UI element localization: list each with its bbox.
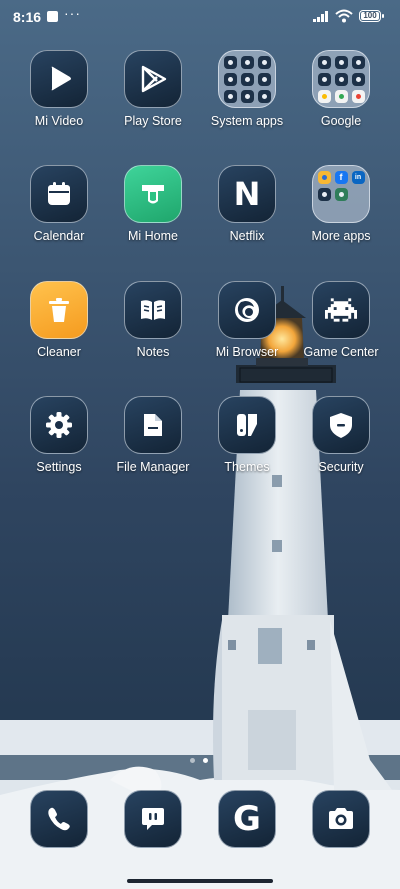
app-security[interactable]: Security — [294, 396, 388, 474]
app-themes[interactable]: Themes — [200, 396, 294, 474]
status-bar: 8:16 ··· 100 — [0, 0, 400, 36]
dock-messages[interactable] — [124, 790, 182, 848]
app-label: Google — [320, 114, 362, 128]
file-icon — [124, 396, 182, 454]
app-label: Game Center — [303, 345, 379, 359]
dock-phone[interactable] — [30, 790, 88, 848]
calendar-icon — [30, 165, 88, 223]
app-label: Calendar — [33, 229, 85, 243]
book-icon — [124, 281, 182, 339]
folder-icon — [218, 50, 276, 108]
folder-icon: f in — [312, 165, 370, 223]
page-indicator-dot-active — [203, 758, 208, 763]
dock-camera[interactable] — [312, 790, 370, 848]
app-label: File Manager — [116, 460, 190, 474]
app-netflix[interactable]: N Netflix — [200, 165, 294, 243]
app-label: Play Store — [124, 114, 182, 128]
space-invader-icon — [312, 281, 370, 339]
folder-system-apps[interactable]: System apps — [200, 50, 294, 128]
app-label: Mi Video — [34, 114, 84, 128]
folder-more-apps[interactable]: f in More apps — [294, 165, 388, 243]
app-label: Settings — [36, 460, 82, 474]
app-settings[interactable]: Settings — [12, 396, 106, 474]
more-notifications-indicator: ··· — [64, 5, 81, 21]
status-time: 8:16 — [13, 9, 42, 25]
globe-icon — [218, 281, 276, 339]
wifi-icon — [335, 9, 353, 23]
app-mi-browser[interactable]: Mi Browser — [200, 281, 294, 359]
app-mi-video[interactable]: Mi Video — [12, 50, 106, 128]
notification-square-icon — [47, 11, 58, 22]
folder-icon — [312, 50, 370, 108]
google-g-icon: G — [233, 799, 261, 839]
app-mi-home[interactable]: Mi Home — [106, 165, 200, 243]
battery-icon: 100 — [359, 10, 381, 22]
app-game-center[interactable]: Game Center — [294, 281, 388, 359]
gear-icon — [30, 396, 88, 454]
mi-home-icon — [124, 165, 182, 223]
app-label: More apps — [311, 229, 371, 243]
app-label: Netflix — [229, 229, 265, 243]
app-label: Notes — [136, 345, 170, 359]
app-label: Mi Browser — [215, 345, 279, 359]
app-play-store[interactable]: Play Store — [106, 50, 200, 128]
camera-icon — [329, 808, 353, 829]
app-calendar[interactable]: Calendar — [12, 165, 106, 243]
app-label: Themes — [224, 460, 270, 474]
phone-icon — [48, 807, 70, 831]
trash-icon — [30, 281, 88, 339]
app-label: Security — [318, 460, 364, 474]
netflix-glyph: N — [233, 175, 261, 213]
app-label: Mi Home — [127, 229, 178, 243]
play-icon — [30, 50, 88, 108]
message-icon — [142, 808, 164, 830]
dock-google[interactable]: G — [218, 790, 276, 848]
signal-icon — [313, 11, 328, 22]
home-gesture-bar[interactable] — [127, 879, 273, 883]
netflix-n-icon: N — [218, 165, 276, 223]
page-indicator-dot — [190, 758, 195, 763]
folder-google[interactable]: Google — [294, 50, 388, 128]
play-store-icon — [124, 50, 182, 108]
app-label: Cleaner — [37, 345, 81, 359]
app-cleaner[interactable]: Cleaner — [12, 281, 106, 359]
app-label: System apps — [210, 114, 284, 128]
app-notes[interactable]: Notes — [106, 281, 200, 359]
shield-icon — [312, 396, 370, 454]
app-file-manager[interactable]: File Manager — [106, 396, 200, 474]
battery-level: 100 — [363, 11, 377, 20]
theme-brush-icon — [218, 396, 276, 454]
